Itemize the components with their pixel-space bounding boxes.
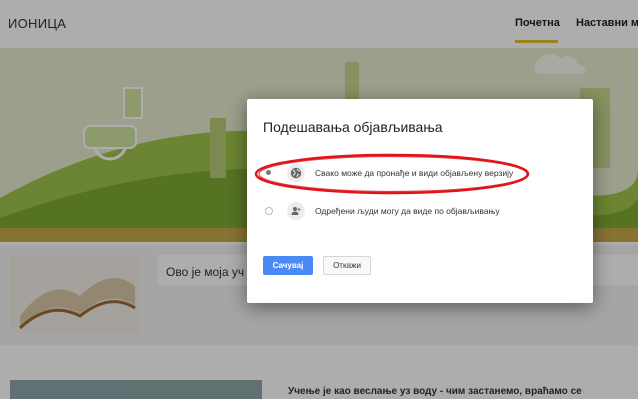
cancel-button[interactable]: Откажи bbox=[323, 256, 371, 275]
red-highlight-ellipse bbox=[254, 153, 530, 195]
option-specific-people[interactable]: Одређени људи могу да виде по објављивањ… bbox=[265, 201, 585, 223]
publish-settings-dialog: Подешавања објављивања Свако може да про… bbox=[247, 99, 593, 303]
save-button[interactable]: Сачувај bbox=[263, 256, 313, 275]
people-icon bbox=[287, 202, 305, 220]
radio-unselected[interactable] bbox=[265, 207, 273, 215]
option-label: Одређени људи могу да виде по објављивањ… bbox=[315, 206, 500, 216]
dialog-title: Подешавања објављивања bbox=[263, 119, 443, 135]
